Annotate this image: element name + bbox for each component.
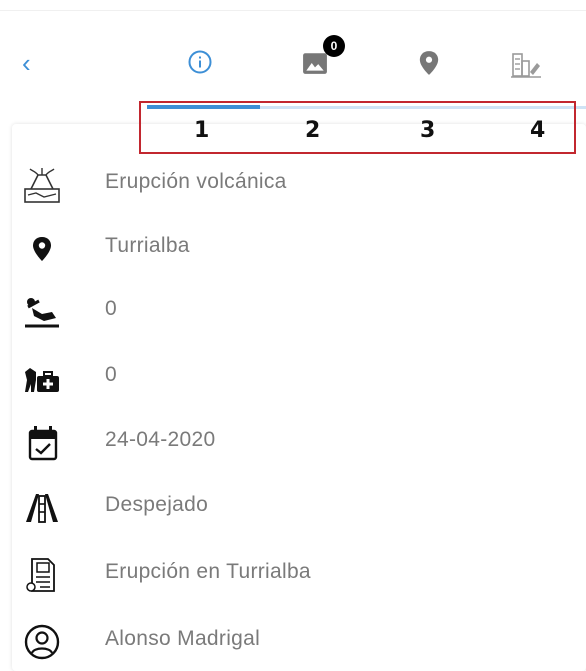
detail-row-injured: 0 [12, 284, 586, 338]
detail-row-road: Despejado [12, 480, 586, 534]
road-icon [26, 494, 58, 523]
tab-number-1: 1 [194, 118, 210, 143]
injured-person-icon [25, 298, 59, 328]
detail-row-reporter: Alonso Madrigal [12, 614, 586, 668]
chevron-left-icon: ‹ [22, 48, 31, 78]
detail-row-date: 24-04-2020 [12, 415, 586, 469]
event-type-value: Erupción volcánica [105, 170, 287, 193]
detail-row-animals: 0 [12, 350, 586, 404]
detail-row-location: Turrialba [12, 221, 586, 275]
tab-location[interactable] [418, 50, 440, 81]
user-icon [24, 624, 60, 660]
animal-care-icon [25, 368, 59, 392]
calendar-check-icon [28, 426, 58, 461]
image-icon [303, 53, 327, 74]
detail-row-event-type: Erupción volcánica [12, 157, 586, 211]
building-damage-icon [511, 53, 541, 78]
document-icon [26, 558, 55, 592]
tab-damage[interactable] [510, 50, 542, 85]
tab-photos[interactable] [302, 50, 328, 81]
location-pin-icon [33, 237, 51, 261]
reporter-value: Alonso Madrigal [105, 627, 261, 650]
tab-number-4: 4 [530, 118, 546, 143]
info-icon [188, 50, 212, 74]
injured-value: 0 [105, 297, 117, 320]
location-value: Turrialba [105, 234, 190, 257]
description-value: Erupción en Turrialba [105, 560, 311, 583]
location-pin-icon [419, 51, 439, 75]
tab-bar: ‹ 0 [0, 0, 586, 109]
date-value: 24-04-2020 [105, 428, 216, 451]
detail-row-description: Erupción en Turrialba [12, 547, 586, 601]
divider [0, 10, 586, 11]
volcano-icon [24, 168, 60, 203]
tab-number-2: 2 [305, 118, 321, 143]
road-status-value: Despejado [105, 493, 209, 516]
tab-info[interactable] [188, 50, 212, 79]
photo-count-badge: 0 [323, 35, 345, 57]
animals-value: 0 [105, 363, 117, 386]
tab-number-3: 3 [420, 118, 436, 143]
back-button[interactable]: ‹ [22, 50, 44, 76]
details-card: Erupción volcánica Turrialba 0 0 24-04-2… [12, 124, 586, 671]
